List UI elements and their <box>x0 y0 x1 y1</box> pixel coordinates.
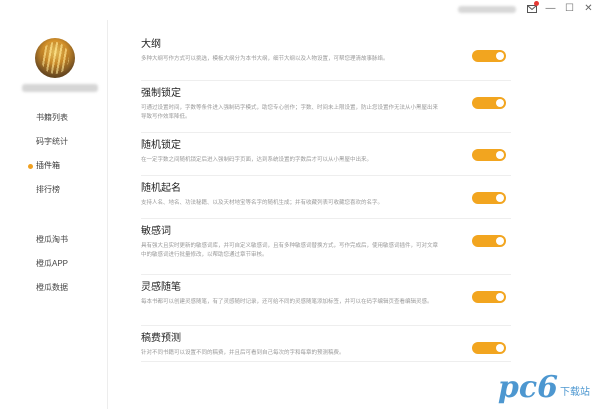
setting-toggle[interactable] <box>472 192 506 204</box>
account-info-blurred <box>458 6 516 13</box>
sidebar-item-secondary-0[interactable]: 橙瓜淘书 <box>0 228 108 252</box>
sidebar-item-primary-1[interactable]: 码字统计 <box>0 130 108 154</box>
sidebar-item-primary-3[interactable]: 排行榜 <box>0 178 108 202</box>
setting-toggle[interactable] <box>472 97 506 109</box>
watermark-subtext: 下载站 <box>560 387 590 398</box>
minimize-icon[interactable]: — <box>545 3 556 14</box>
setting-description: 可通过设置时间，字数等条件进入强制码字模式，助您专心创作；字数、时间未上限设置，… <box>141 105 439 120</box>
window-controls: — ☐ ✕ <box>526 1 594 14</box>
setting-title: 敏感词 <box>141 226 171 237</box>
sidebar-nav-primary: 书籍列表 码字统计 插件箱 排行榜 <box>0 106 108 202</box>
plugin-settings-panel: 大纲多种大纲写作方式可以挑选，模板大纲分为本书大纲，细节大纲以及人物设置，可帮您… <box>109 20 600 409</box>
setting-description: 支持人名、地名、功法秘籍、以及天材地宝等名字的随机生成；并有收藏列表可收藏您喜欢… <box>141 200 384 206</box>
setting-title: 灵感随笔 <box>141 282 181 293</box>
sidebar-item-primary-0[interactable]: 书籍列表 <box>0 106 108 130</box>
setting-title: 随机锁定 <box>141 140 181 151</box>
title-bar: — ☐ ✕ <box>0 0 600 20</box>
setting-row: 大纲多种大纲写作方式可以挑选，模板大纲分为本书大纲，细节大纲以及人物设置，可帮您… <box>141 38 511 81</box>
sidebar-item-secondary-2[interactable]: 橙瓜数据 <box>0 276 108 300</box>
setting-toggle[interactable] <box>472 149 506 161</box>
watermark-text: pc6 <box>497 370 558 405</box>
setting-toggle[interactable] <box>472 50 506 62</box>
setting-description: 多种大纲写作方式可以挑选，模板大纲分为本书大纲，细节大纲以及人物设置，可帮您理清… <box>141 56 389 62</box>
sidebar-item-primary-2[interactable]: 插件箱 <box>0 154 108 178</box>
setting-row: 随机起名支持人名、地名、功法秘籍、以及天材地宝等名字的随机生成；并有收藏列表可收… <box>141 176 511 219</box>
mail-notice-icon[interactable] <box>526 1 539 14</box>
watermark-logo: pc6 下载站 <box>498 373 590 403</box>
setting-row: 稿费预测针对不同书籍可以设置不同的稿费，并且后可看到自己每次的字和每章的预测稿费… <box>141 326 511 362</box>
avatar[interactable] <box>35 38 75 78</box>
setting-title: 大纲 <box>141 39 161 50</box>
setting-title: 稿费预测 <box>141 333 181 344</box>
setting-row: 强制锁定可通过设置时间，字数等条件进入强制码字模式，助您专心创作；字数、时间未上… <box>141 81 511 133</box>
setting-description: 每本书都可以创建灵感随笔，有了灵感随时记录，还可给不同的灵感随笔添加标签，并可以… <box>141 299 433 305</box>
username-blurred <box>22 84 98 92</box>
maximize-icon[interactable]: ☐ <box>564 3 575 14</box>
setting-description: 针对不同书籍可以设置不同的稿费，并且后可看到自己每次的字和每章的预测稿费。 <box>141 350 345 356</box>
notice-badge <box>534 1 539 6</box>
setting-title: 随机起名 <box>141 183 181 194</box>
setting-row: 随机锁定在一定字数之间随机锁定后进入强制码字页面，达到系统设置的字数后才可以从小… <box>141 133 511 176</box>
sidebar-item-secondary-1[interactable]: 橙瓜APP <box>0 252 108 276</box>
setting-toggle[interactable] <box>472 235 506 247</box>
setting-toggle[interactable] <box>472 291 506 303</box>
setting-toggle[interactable] <box>472 342 506 354</box>
setting-title: 强制锁定 <box>141 88 181 99</box>
sidebar-nav-secondary: 橙瓜淘书 橙瓜APP 橙瓜数据 <box>0 228 108 300</box>
setting-description: 在一定字数之间随机锁定后进入强制码字页面，达到系统设置的字数后才可以从小黑屋中出… <box>141 157 373 163</box>
settings-list: 大纲多种大纲写作方式可以挑选，模板大纲分为本书大纲，细节大纲以及人物设置，可帮您… <box>141 38 511 362</box>
close-icon[interactable]: ✕ <box>583 3 594 14</box>
setting-row: 灵感随笔每本书都可以创建灵感随笔，有了灵感随时记录，还可给不同的灵感随笔添加标签… <box>141 275 511 326</box>
setting-description: 具有强大且实时更新的敏感词库，并可自定义敏感词，且有多种敏感词替换方式，写作完成… <box>141 243 439 258</box>
setting-row: 敏感词具有强大且实时更新的敏感词库，并可自定义敏感词，且有多种敏感词替换方式，写… <box>141 219 511 275</box>
sidebar: 书籍列表 码字统计 插件箱 排行榜 橙瓜淘书 橙瓜APP 橙瓜数据 <box>0 20 108 409</box>
